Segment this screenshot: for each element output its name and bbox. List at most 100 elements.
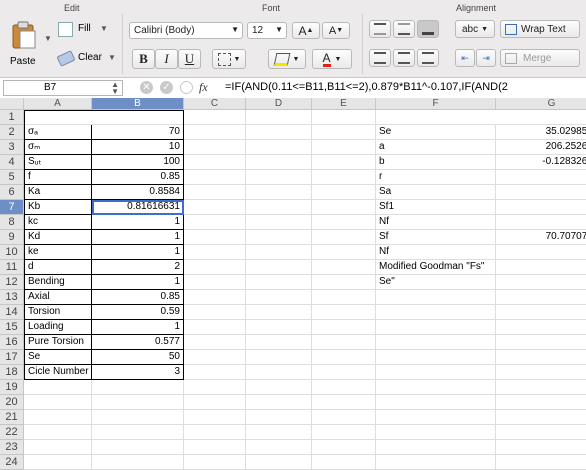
table-cell[interactable] — [312, 275, 376, 290]
table-cell[interactable] — [184, 110, 246, 125]
table-cell[interactable] — [376, 290, 496, 305]
function-wizard-icon[interactable] — [180, 81, 193, 94]
row-header-11[interactable]: 11 — [0, 260, 24, 275]
text-orientation-button[interactable]: abc ▼ — [455, 20, 495, 38]
calc-value-cell[interactable]: 70.70707071 — [496, 230, 586, 245]
align-bottom-button[interactable] — [417, 20, 439, 38]
table-cell[interactable] — [184, 155, 246, 170]
calc-value-cell[interactable] — [496, 185, 586, 200]
table-cell[interactable] — [92, 455, 184, 470]
input-value-cell[interactable]: 0.85 — [92, 290, 184, 305]
table-cell[interactable] — [312, 215, 376, 230]
table-cell[interactable] — [246, 395, 312, 410]
table-cell[interactable] — [24, 425, 92, 440]
table-cell[interactable] — [312, 305, 376, 320]
table-cell[interactable] — [496, 440, 586, 455]
table-cell[interactable] — [92, 380, 184, 395]
row-header-16[interactable]: 16 — [0, 335, 24, 350]
calc-value-cell[interactable] — [496, 245, 586, 260]
table-cell[interactable] — [376, 305, 496, 320]
column-header-g[interactable]: G — [496, 98, 586, 110]
table-cell[interactable] — [184, 320, 246, 335]
selected-cell-b7[interactable]: 0.81616631 — [92, 200, 184, 215]
input-value-cell[interactable]: 3 — [92, 365, 184, 380]
borders-button[interactable]: ▼ — [212, 49, 246, 69]
shrink-font-button[interactable]: A ▼ — [322, 22, 350, 39]
input-label-cell[interactable]: Pure Torsion — [24, 335, 92, 350]
row-header-17[interactable]: 17 — [0, 350, 24, 365]
table-cell[interactable] — [184, 170, 246, 185]
fill-color-button[interactable]: ▼ — [268, 49, 306, 69]
table-cell[interactable] — [376, 455, 496, 470]
font-size-select[interactable]: 12 ▼ — [247, 22, 287, 39]
input-label-cell[interactable]: Kb — [24, 200, 92, 215]
formula-input[interactable]: =IF(AND(0.11<=B11,B11<=2),0.879*B11^-0.1… — [225, 81, 508, 93]
calc-label-cell[interactable]: Sf1 — [376, 200, 496, 215]
input-value-cell[interactable]: 50 — [92, 350, 184, 365]
input-label-cell[interactable]: Se — [24, 350, 92, 365]
calc-value-cell[interactable]: -0.128326849 — [496, 155, 586, 170]
table-cell[interactable] — [496, 425, 586, 440]
table-cell[interactable] — [312, 395, 376, 410]
table-cell[interactable] — [246, 110, 312, 125]
table-cell[interactable] — [246, 380, 312, 395]
calc-label-cell[interactable]: a — [376, 140, 496, 155]
align-right-button[interactable] — [417, 49, 439, 67]
input-label-cell[interactable]: Cicle Number — [24, 365, 92, 380]
name-box[interactable]: B7 ▲ ▼ — [3, 80, 123, 96]
input-value-cell[interactable]: 1 — [92, 275, 184, 290]
table-cell[interactable] — [246, 215, 312, 230]
table-cell[interactable] — [246, 170, 312, 185]
row-header-18[interactable]: 18 — [0, 365, 24, 380]
row-header-15[interactable]: 15 — [0, 320, 24, 335]
table-cell[interactable] — [246, 125, 312, 140]
calc-value-cell[interactable]: 206.2526193 — [496, 140, 586, 155]
table-cell[interactable] — [92, 440, 184, 455]
cancel-icon[interactable]: ✕ — [140, 81, 153, 94]
table-cell[interactable] — [184, 350, 246, 365]
table-cell[interactable] — [184, 245, 246, 260]
input-label-cell[interactable]: d — [24, 260, 92, 275]
calc-label-cell[interactable]: r — [376, 170, 496, 185]
table-cell[interactable] — [312, 290, 376, 305]
table-cell[interactable] — [184, 410, 246, 425]
input-label-cell[interactable]: Ka — [24, 185, 92, 200]
column-header-e[interactable]: E — [312, 98, 376, 110]
calc-label-cell[interactable]: Nf — [376, 245, 496, 260]
row-header-21[interactable]: 21 — [0, 410, 24, 425]
table-cell[interactable] — [312, 365, 376, 380]
table-cell[interactable] — [312, 440, 376, 455]
row-header-12[interactable]: 12 — [0, 275, 24, 290]
row-header-22[interactable]: 22 — [0, 425, 24, 440]
select-all-corner[interactable] — [0, 98, 24, 110]
table-cell[interactable] — [184, 425, 246, 440]
input-value-cell[interactable]: 0.85 — [92, 170, 184, 185]
table-cell[interactable] — [246, 245, 312, 260]
table-cell[interactable] — [312, 125, 376, 140]
table-cell[interactable] — [184, 290, 246, 305]
table-cell[interactable] — [496, 335, 586, 350]
input-value-cell[interactable]: 1 — [92, 230, 184, 245]
row-header-19[interactable]: 19 — [0, 380, 24, 395]
table-cell[interactable] — [376, 425, 496, 440]
table-cell[interactable] — [184, 185, 246, 200]
calc-value-cell[interactable] — [496, 275, 586, 290]
table-cell[interactable] — [246, 200, 312, 215]
row-header-14[interactable]: 14 — [0, 305, 24, 320]
row-header-10[interactable]: 10 — [0, 245, 24, 260]
decrease-indent-button[interactable]: ⇤ — [455, 49, 475, 67]
table-cell[interactable] — [312, 320, 376, 335]
table-cell[interactable] — [184, 440, 246, 455]
input-value-cell[interactable]: 1 — [92, 215, 184, 230]
table-cell[interactable] — [246, 260, 312, 275]
table-cell[interactable] — [246, 440, 312, 455]
input-label-cell[interactable]: Kd — [24, 230, 92, 245]
table-cell[interactable] — [376, 365, 496, 380]
table-cell[interactable] — [184, 275, 246, 290]
input-value-cell[interactable]: 2 — [92, 260, 184, 275]
table-cell[interactable] — [312, 425, 376, 440]
table-cell[interactable] — [184, 395, 246, 410]
calc-label-cell[interactable]: b — [376, 155, 496, 170]
table-cell[interactable] — [24, 440, 92, 455]
row-header-7[interactable]: 7 — [0, 200, 24, 215]
